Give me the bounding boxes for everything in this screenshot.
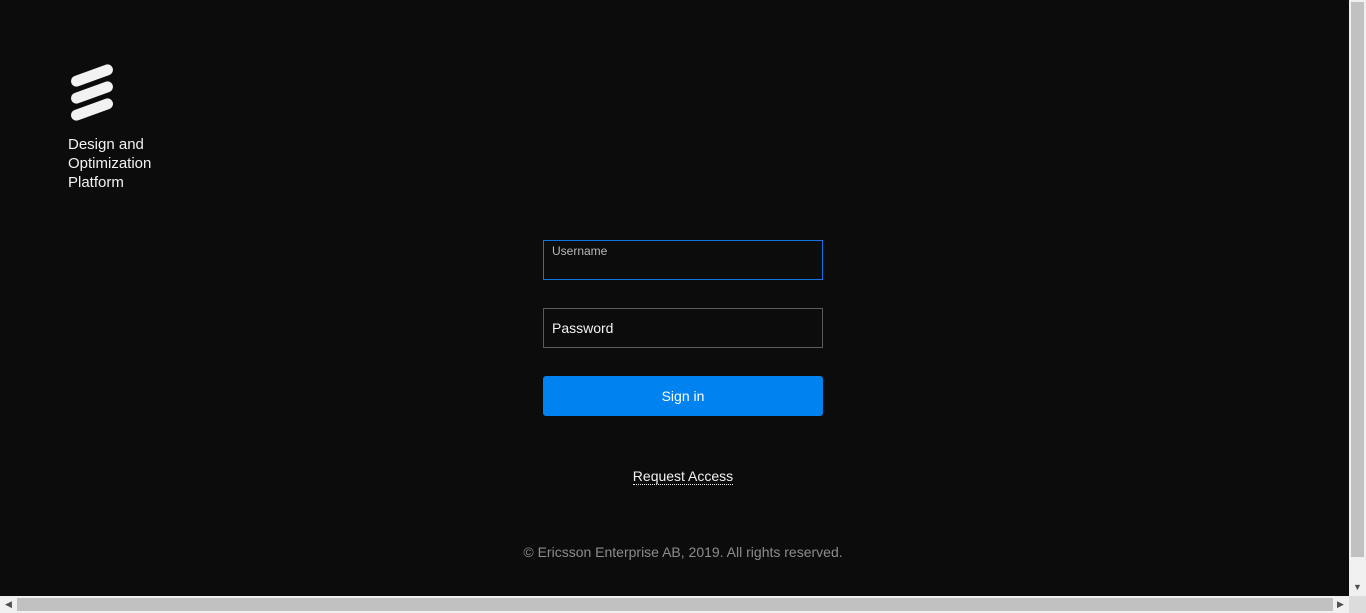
- scroll-down-arrow-icon[interactable]: ▼: [1349, 579, 1366, 596]
- product-name-line: Platform: [68, 174, 124, 191]
- copyright-footer: © Ericsson Enterprise AB, 2019. All righ…: [523, 544, 843, 560]
- password-input[interactable]: [544, 309, 822, 347]
- horizontal-scroll-thumb[interactable]: [17, 598, 1333, 611]
- product-name: Design and Optimization Platform: [68, 135, 188, 192]
- vertical-scrollbar[interactable]: ▼: [1349, 0, 1366, 596]
- page: Design and Optimization Platform Usernam…: [0, 0, 1366, 613]
- username-input[interactable]: [544, 241, 822, 279]
- password-field[interactable]: [543, 308, 823, 348]
- request-access-container: Request Access: [0, 468, 1366, 485]
- product-name-line: Optimization: [68, 155, 152, 172]
- vertical-scroll-thumb[interactable]: [1351, 2, 1364, 557]
- sign-in-button[interactable]: Sign in: [543, 376, 823, 416]
- ericsson-logo-icon: [70, 64, 114, 121]
- scroll-left-arrow-icon[interactable]: ◀: [0, 596, 17, 613]
- login-page: Design and Optimization Platform Usernam…: [0, 0, 1349, 596]
- horizontal-scrollbar[interactable]: ◀ ▶: [0, 596, 1366, 613]
- scroll-right-arrow-icon[interactable]: ▶: [1332, 596, 1349, 613]
- username-field[interactable]: Username: [543, 240, 823, 280]
- request-access-link[interactable]: Request Access: [632, 468, 734, 485]
- scrollbar-corner: [1349, 596, 1366, 613]
- product-name-line: Design and: [68, 136, 144, 153]
